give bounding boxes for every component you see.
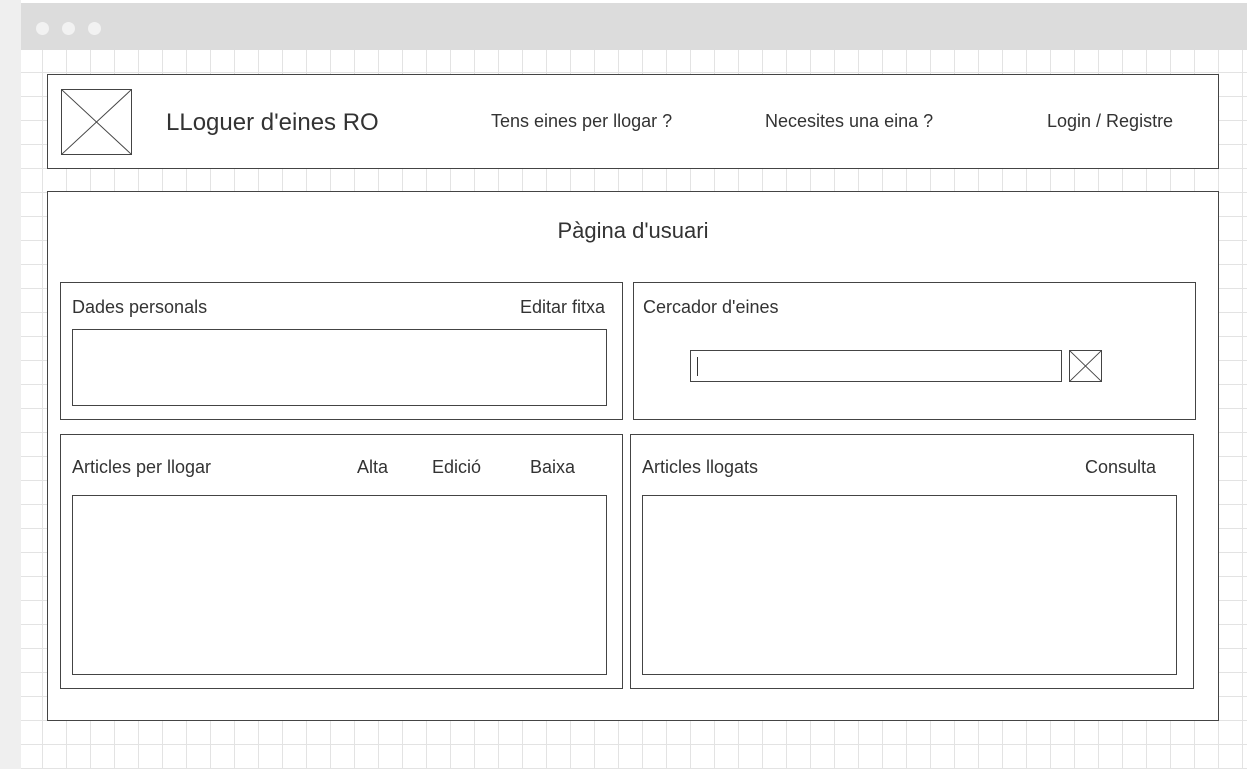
logo-image-placeholder[interactable] [61,89,132,155]
add-article-link[interactable]: Alta [357,457,388,478]
text-caret [697,357,698,376]
search-button-icon[interactable] [1069,350,1102,382]
window-maximize-dot[interactable] [88,22,101,35]
nav-link-offer-tools[interactable]: Tens eines per llogar ? [491,111,672,132]
personal-data-title: Dades personals [72,297,208,317]
edit-article-link[interactable]: Edició [432,457,481,478]
personal-data-panel: Dades personals Editar fitxa [60,282,623,420]
rented-articles-panel: Articles llogats Consulta [630,434,1194,689]
rented-articles-title: Articles llogats [642,457,759,477]
tool-search-panel: Cercador d'eines [633,282,1196,420]
nav-link-login-register[interactable]: Login / Registre [1047,111,1173,132]
articles-to-rent-title: Articles per llogar [72,457,212,477]
wireframe-canvas: LLoguer d'eines RO Tens eines per llogar… [21,50,1247,769]
articles-to-rent-list [72,495,607,675]
tool-search-input[interactable] [690,350,1062,382]
tool-search-title: Cercador d'eines [643,297,779,317]
nav-link-need-tool[interactable]: Necesites una eina ? [765,111,933,132]
window-margin [0,0,21,769]
site-title: LLoguer d'eines RO [166,109,379,136]
window-close-dot[interactable] [36,22,49,35]
browser-window: LLoguer d'eines RO Tens eines per llogar… [21,3,1247,769]
articles-to-rent-panel: Articles per llogar Alta Edició Baixa [60,434,623,689]
page-title: Pàgina d'usuari [557,218,709,243]
rented-articles-list [642,495,1177,675]
window-titlebar [21,3,1247,50]
site-header: LLoguer d'eines RO Tens eines per llogar… [47,74,1219,169]
main-content: Pàgina d'usuari Dades personals Editar f… [47,191,1219,721]
consult-rented-link[interactable]: Consulta [1085,457,1156,478]
remove-article-link[interactable]: Baixa [530,457,575,478]
window-minimize-dot[interactable] [62,22,75,35]
edit-profile-link[interactable]: Editar fitxa [520,297,605,318]
personal-data-content [72,329,607,406]
